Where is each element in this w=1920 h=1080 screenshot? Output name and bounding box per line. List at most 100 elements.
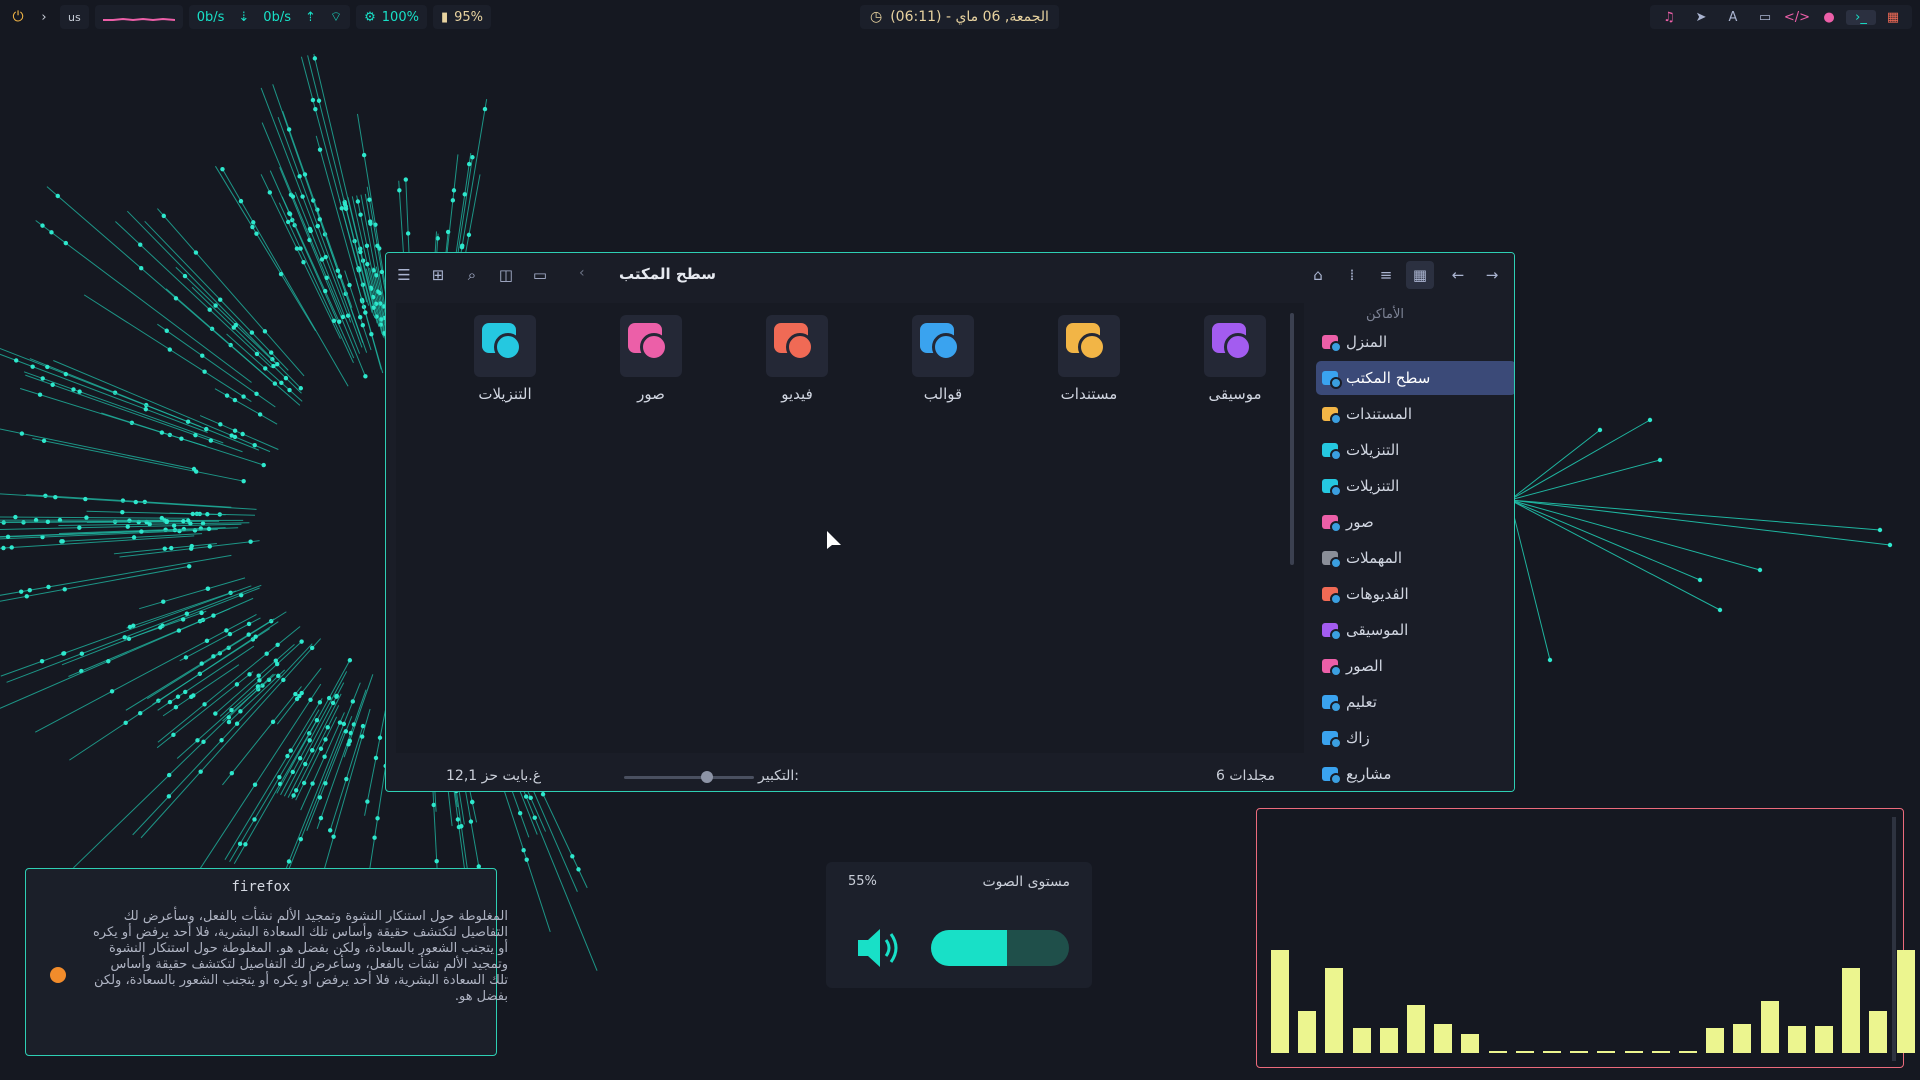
wallpaper-dot — [188, 546, 194, 551]
wallpaper-dot — [40, 376, 45, 381]
chevron-right-icon[interactable]: › — [34, 10, 54, 25]
memory-sparkline-icon — [102, 17, 175, 22]
menu-icon[interactable]: ☰ — [390, 261, 418, 289]
place-folder-icon — [1322, 443, 1342, 461]
path-separator-icon: ‹ — [579, 265, 585, 281]
wallpaper-dot — [1697, 577, 1703, 583]
sidebar-item[interactable]: سطح المكتب — [1316, 361, 1514, 395]
folder-badge — [786, 333, 814, 361]
firefox-notification[interactable]: firefox المغلوطة حول استنكار النشوة وتمج… — [25, 868, 508, 1056]
places-heading: الأماكن — [1365, 307, 1404, 322]
compact-view-icon[interactable]: ⁞ — [1338, 261, 1366, 289]
font-icon[interactable]: A — [1718, 10, 1748, 25]
wallpaper-dot — [340, 314, 346, 320]
zoom-slider-knob[interactable] — [700, 771, 713, 783]
sidebar-item[interactable]: التنزيلات — [1316, 433, 1514, 467]
file-item[interactable]: صور — [582, 315, 702, 405]
wallpaper-dot — [162, 546, 167, 551]
new-folder-icon[interactable]: ⊞ — [424, 261, 452, 289]
file-item[interactable]: فيديو — [728, 315, 848, 405]
sidebar-item[interactable]: تعليم — [1316, 685, 1514, 719]
wallpaper-dot — [1657, 457, 1663, 463]
browser-icon[interactable]: ● — [1814, 10, 1844, 25]
wallpaper-dot — [330, 700, 336, 706]
wallpaper-dot — [277, 774, 282, 780]
search-icon[interactable]: ⌕ — [458, 261, 486, 289]
file-manager-window: ☰ ⊞ ⌕ ◫ ▭ ‹ سطح المكتب ⌂ ⁞ ≡ ▦ ← → موسيق… — [385, 252, 1515, 792]
wallpaper-line — [233, 720, 317, 864]
place-folder-icon — [1322, 335, 1342, 353]
wallpaper-dot — [173, 705, 179, 710]
file-item[interactable]: التنزيلات — [436, 315, 556, 405]
panel-left-group: ⏻ › us 0b/s ⇣ 0b/s ⇡ ⌔ ⚙ 100% ▮ 95% — [8, 0, 492, 34]
telegram-icon[interactable]: ➤ — [1686, 10, 1716, 25]
palette-icon[interactable]: ▦ — [1878, 10, 1908, 25]
wallpaper-dot — [317, 147, 323, 152]
place-folder-icon — [1322, 551, 1342, 569]
sidebar-item[interactable]: المهملات — [1316, 541, 1514, 575]
wallpaper-dot — [272, 381, 278, 386]
sidebar-item[interactable]: زاك — [1316, 721, 1514, 755]
terminal-icon[interactable]: ›_ — [1846, 9, 1876, 25]
visualizer-bar — [1733, 1023, 1752, 1053]
wallpaper-dot — [109, 689, 115, 694]
code-icon[interactable]: </> — [1782, 10, 1812, 25]
split-view-icon[interactable]: ◫ — [492, 261, 520, 289]
path-title[interactable]: سطح المكتب — [596, 265, 716, 283]
wallpaper-dot — [243, 842, 248, 847]
wallpaper-dot — [84, 515, 89, 520]
music-icon[interactable]: ♫ — [1654, 10, 1684, 25]
wallpaper-dot — [312, 56, 318, 61]
wallpaper-dot — [24, 594, 29, 599]
terminal-toggle-icon[interactable]: ▭ — [526, 261, 554, 289]
sidebar-item[interactable]: صور — [1316, 505, 1514, 539]
wallpaper-dot — [181, 518, 186, 524]
clock-icon: ◷ — [870, 9, 883, 25]
zoom-slider[interactable] — [624, 771, 754, 783]
wallpaper-dot — [301, 260, 306, 265]
forward-arrow-icon[interactable]: → — [1478, 261, 1506, 289]
file-item[interactable]: مستندات — [1020, 315, 1140, 405]
wallpaper-dot — [470, 799, 475, 805]
sidebar-item[interactable]: الصور — [1316, 649, 1514, 683]
back-arrow-icon[interactable]: ← — [1444, 261, 1472, 289]
visualizer-bar — [1679, 1050, 1697, 1053]
file-item[interactable]: موسيقى — [1166, 315, 1286, 405]
content-scrollbar[interactable] — [1290, 313, 1294, 565]
free-space-text: 12,1 غ.بايت حز — [446, 768, 542, 784]
volume-bar[interactable] — [931, 930, 1069, 966]
wallpaper-dot — [133, 499, 138, 505]
wallpaper-dot — [186, 518, 191, 523]
add-place-icon[interactable]: ⌂ — [1304, 261, 1332, 289]
wallpaper-dot — [207, 544, 212, 549]
wallpaper-dot — [286, 127, 292, 132]
keyboard-layout[interactable]: us — [60, 5, 89, 29]
wallpaper-dot — [275, 642, 280, 647]
wallpaper-dot — [285, 753, 290, 759]
sidebar-item[interactable]: الڤديوهات — [1316, 577, 1514, 611]
wallpaper-dot — [308, 697, 313, 703]
wallpaper-dot — [248, 539, 253, 544]
wallpaper-dot — [358, 249, 363, 255]
wallpaper-dot — [290, 769, 295, 775]
wallpaper-dot — [459, 244, 465, 250]
power-icon[interactable]: ⏻ — [8, 9, 28, 25]
wifi-icon[interactable]: ⌔ — [330, 9, 342, 25]
sidebar-item[interactable]: التنزيلات — [1316, 469, 1514, 503]
sidebar-item[interactable]: المستندات — [1316, 397, 1514, 431]
wallpaper-dot — [167, 347, 172, 352]
wallpaper-dot — [218, 297, 223, 302]
list-view-icon[interactable]: ≡ — [1372, 261, 1400, 289]
folder-icon[interactable]: ▭ — [1750, 10, 1780, 25]
wallpaper-dot — [138, 242, 143, 247]
wallpaper-dot — [213, 711, 218, 716]
grid-view-icon[interactable]: ▦ — [1406, 261, 1434, 289]
wallpaper-dot — [298, 386, 304, 391]
visualizer-bar — [1379, 1028, 1398, 1053]
sidebar-item[interactable]: المنزل — [1316, 325, 1514, 359]
wallpaper-dot — [397, 188, 402, 193]
sidebar-item[interactable]: الموسيقى — [1316, 613, 1514, 647]
file-item[interactable]: قوالب — [874, 315, 994, 405]
clock-widget[interactable]: ◷ (06:11) - الجمعة, 06 ماي — [860, 5, 1059, 29]
file-label: التنزيلات — [478, 385, 532, 403]
